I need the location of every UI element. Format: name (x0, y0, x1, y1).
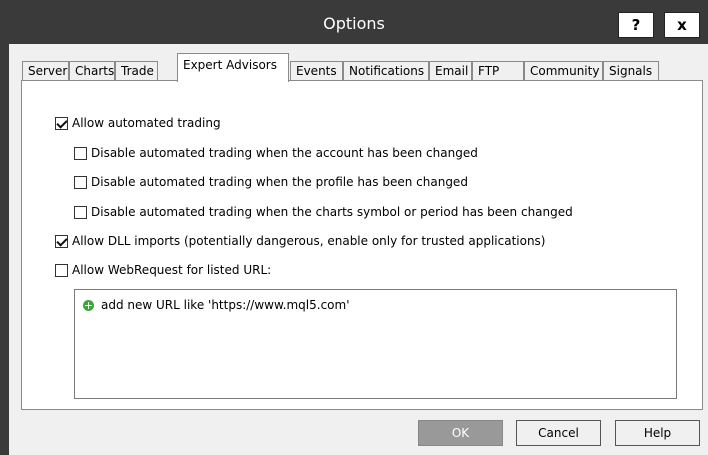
ok-button[interactable]: OK (418, 420, 503, 446)
dialog-title: Options (323, 14, 385, 33)
tab-charts[interactable]: Charts (69, 61, 115, 81)
help-button[interactable]: Help (615, 420, 700, 446)
disable-account-changed-label: Disable automated trading when the accou… (91, 146, 478, 160)
allow-webrequest-label: Allow WebRequest for listed URL: (72, 263, 272, 277)
add-circle-icon (83, 299, 94, 311)
tab-email[interactable]: Email (429, 61, 472, 81)
close-icon-button[interactable]: x (664, 12, 700, 38)
cancel-button[interactable]: Cancel (516, 420, 601, 446)
disable-account-changed-option[interactable]: Disable automated trading when the accou… (74, 146, 478, 160)
tab-server[interactable]: Server (22, 61, 69, 81)
disable-profile-changed-option[interactable]: Disable automated trading when the profi… (74, 175, 468, 189)
dialog-client-area: Server Charts Trade Expert Advisors Even… (9, 44, 708, 455)
tab-events[interactable]: Events (290, 61, 343, 81)
tab-community[interactable]: Community (524, 61, 603, 81)
tab-ftp[interactable]: FTP (472, 61, 524, 81)
allow-webrequest-option[interactable]: Allow WebRequest for listed URL: (55, 263, 271, 277)
tab-notifications[interactable]: Notifications (343, 61, 429, 81)
allow-webrequest-checkbox[interactable] (55, 263, 68, 277)
disable-symbol-changed-checkbox[interactable] (74, 205, 87, 219)
disable-profile-changed-label: Disable automated trading when the profi… (91, 175, 468, 189)
allow-automated-trading-checkbox[interactable] (55, 116, 68, 130)
allow-dll-imports-label: Allow DLL imports (potentially dangerous… (72, 234, 546, 248)
title-bar[interactable]: Options ? x (0, 0, 708, 45)
allow-automated-trading-label: Allow automated trading (72, 116, 221, 130)
disable-profile-changed-checkbox[interactable] (74, 175, 87, 189)
allow-dll-imports-checkbox[interactable] (55, 234, 68, 248)
tab-signals[interactable]: Signals (603, 61, 659, 81)
add-url-label: add new URL like 'https://www.mql5.com' (101, 298, 350, 312)
disable-symbol-changed-option[interactable]: Disable automated trading when the chart… (74, 205, 573, 219)
allow-automated-trading-option[interactable]: Allow automated trading (55, 116, 221, 130)
add-url-row[interactable]: add new URL like 'https://www.mql5.com' (83, 298, 350, 312)
options-dialog: Options ? x Server Charts Trade Expert A… (0, 0, 708, 455)
disable-account-changed-checkbox[interactable] (74, 146, 87, 160)
tab-trade[interactable]: Trade (115, 61, 158, 81)
disable-symbol-changed-label: Disable automated trading when the chart… (91, 205, 573, 219)
webrequest-url-list[interactable]: add new URL like 'https://www.mql5.com' (74, 289, 677, 399)
help-icon-button[interactable]: ? (618, 12, 654, 38)
allow-dll-imports-option[interactable]: Allow DLL imports (potentially dangerous… (55, 234, 546, 248)
expert-advisors-panel: Allow automated trading Disable automate… (21, 80, 703, 410)
tab-expert-advisors[interactable]: Expert Advisors (177, 53, 289, 82)
